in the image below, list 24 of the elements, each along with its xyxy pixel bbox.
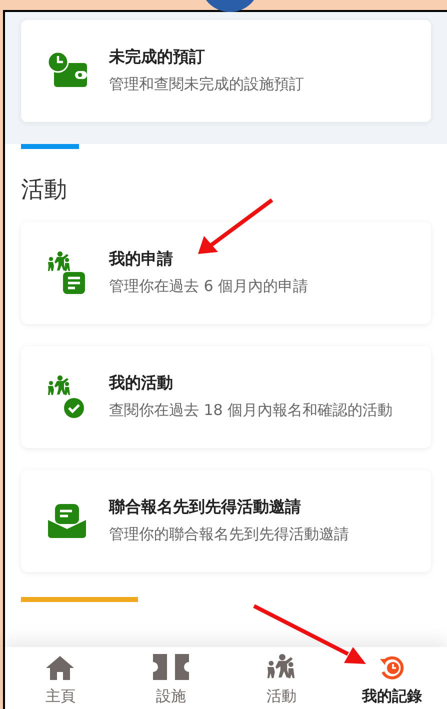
nav-tab[interactable]: 我的記錄 xyxy=(336,647,447,709)
people-form-icon xyxy=(46,250,88,294)
nav-tab[interactable]: 設施 xyxy=(116,647,226,709)
list-card[interactable]: 聯合報名先到先得活動邀請 管理你的聯合報名先到先得活動邀請 xyxy=(21,470,431,572)
nav-tab[interactable]: 活動 xyxy=(226,647,336,709)
section-heading: 活動 xyxy=(21,176,68,205)
card-description: 管理和查閱未完成的設施預訂 xyxy=(109,74,304,95)
envelope-icon xyxy=(47,502,87,538)
card-title: 聯合報名先到先得活動邀請 xyxy=(109,496,302,518)
list-card[interactable]: 我的申請 管理你在過去 6 個月內的申請 xyxy=(21,222,431,324)
facility-icon xyxy=(152,652,189,680)
card-title: 未完成的預訂 xyxy=(109,46,206,68)
card-description: 查閱你在過去 18 個月內報名和確認的活動 xyxy=(109,400,393,420)
nav-tab[interactable]: 主頁 xyxy=(5,647,116,709)
list-card[interactable]: 未完成的預訂 管理和查閱未完成的設施預訂 xyxy=(21,20,431,122)
people-icon xyxy=(265,652,298,680)
section-accent-bar xyxy=(21,144,79,149)
card-title: 我的活動 xyxy=(109,372,174,394)
card-description: 管理你的聯合報名先到先得活動邀請 xyxy=(109,524,349,544)
history-icon xyxy=(378,654,405,680)
home-icon xyxy=(45,654,76,680)
list-card[interactable]: 我的活動 查閱你在過去 18 個月內報名和確認的活動 xyxy=(21,346,431,448)
card-title: 我的申請 xyxy=(109,248,174,270)
card-description: 管理你在過去 6 個月內的申請 xyxy=(109,276,308,296)
